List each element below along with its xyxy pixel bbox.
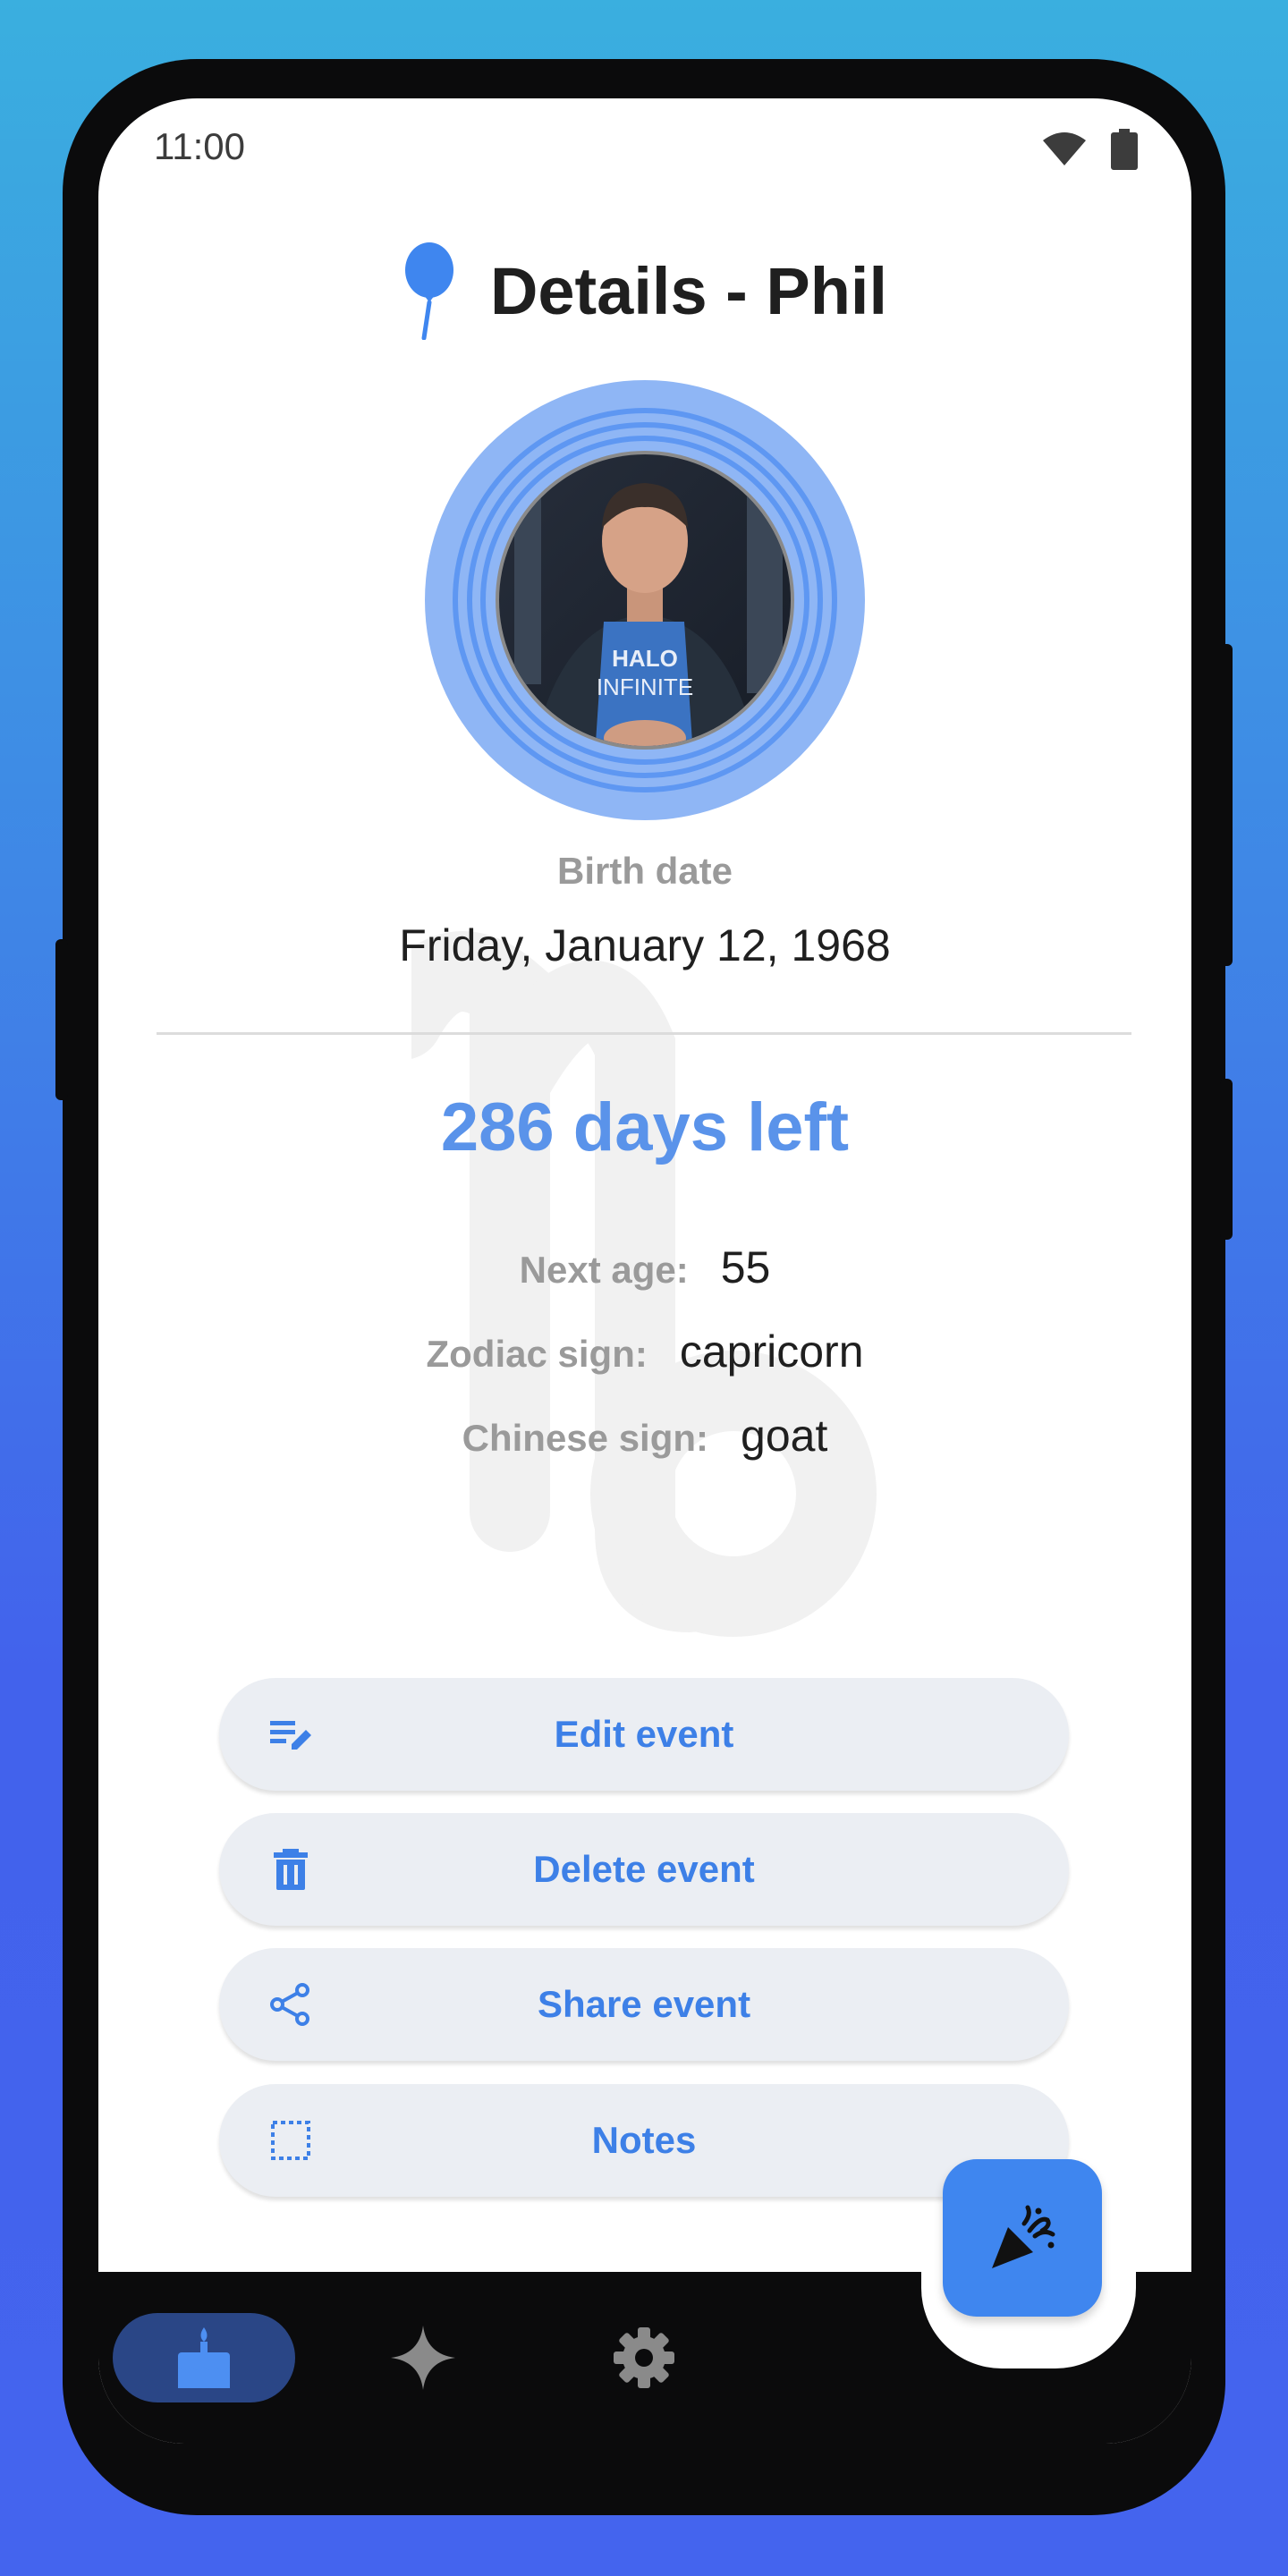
gear-icon[interactable] xyxy=(610,2324,678,2392)
delete-icon xyxy=(274,1849,308,1890)
avatar: HALO INFINITE xyxy=(425,380,865,820)
chinese-sign-value: goat xyxy=(741,1411,828,1461)
side-button xyxy=(1220,1079,1233,1240)
wifi-icon xyxy=(1043,132,1086,165)
volume-button xyxy=(55,939,68,1100)
days-left: 286 days left xyxy=(440,1089,850,1165)
nav-events[interactable] xyxy=(113,2313,295,2402)
notes-button[interactable]: Notes xyxy=(219,2084,1069,2197)
header: Details - Phil xyxy=(98,242,1191,340)
next-age-value: 55 xyxy=(720,1242,771,1292)
notes-icon xyxy=(271,2121,310,2160)
zodiac-sign-value: capricorn xyxy=(679,1326,864,1377)
shirt-logo-sub: INFINITE xyxy=(597,674,693,700)
party-popper-icon xyxy=(992,2205,1055,2268)
birth-date-value: Friday, January 12, 1968 xyxy=(399,920,891,970)
edit-icon xyxy=(270,1721,311,1750)
delete-event-button[interactable]: Delete event xyxy=(219,1813,1069,1926)
zodiac-sign-row: Zodiac sign: capricorn xyxy=(98,1326,1191,1377)
share-event-button[interactable]: Share event xyxy=(219,1948,1069,2061)
power-button xyxy=(1220,644,1233,966)
sparkle-icon[interactable] xyxy=(389,2324,457,2392)
chinese-sign-row: Chinese sign: goat xyxy=(98,1410,1191,1462)
divider xyxy=(157,1032,1131,1035)
status-icons xyxy=(1041,129,1138,170)
birth-date-label: Birth date xyxy=(556,850,733,892)
delete-event-label: Delete event xyxy=(533,1848,755,1890)
celebrate-fab[interactable] xyxy=(943,2159,1102,2317)
zodiac-sign-label: Zodiac sign: xyxy=(426,1333,648,1375)
status-time: 11:00 xyxy=(154,125,245,167)
edit-event-label: Edit event xyxy=(554,1713,734,1755)
page-title: Details - Phil xyxy=(489,253,888,328)
share-event-label: Share event xyxy=(537,1983,751,2025)
screen: 11:00 Details - Phil HALO INFINITE Birth… xyxy=(98,98,1191,2444)
share-icon xyxy=(270,1983,309,2026)
next-age-label: Next age: xyxy=(519,1249,689,1291)
shirt-logo: HALO xyxy=(612,645,678,672)
chinese-sign-label: Chinese sign: xyxy=(462,1417,709,1459)
next-age-row: Next age: 55 xyxy=(98,1241,1191,1293)
balloon-icon xyxy=(404,242,453,340)
cake-icon xyxy=(178,2327,230,2388)
battery-icon xyxy=(1111,129,1138,170)
edit-event-button[interactable]: Edit event xyxy=(219,1678,1069,1791)
notes-label: Notes xyxy=(591,2119,697,2161)
